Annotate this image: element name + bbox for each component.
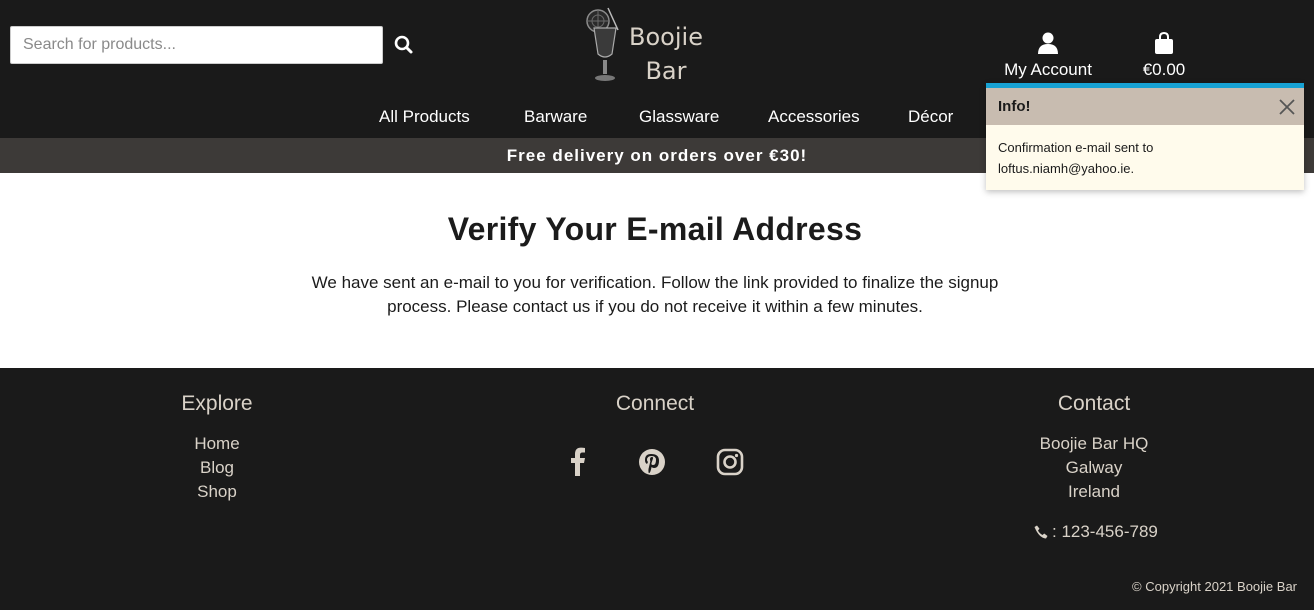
toast-header: Info! bbox=[986, 88, 1304, 125]
search-icon[interactable] bbox=[393, 34, 415, 56]
my-account-label: My Account bbox=[1004, 60, 1092, 79]
verification-message: We have sent an e-mail to you for verifi… bbox=[311, 273, 999, 316]
footer-connect-title: Connect bbox=[615, 392, 695, 415]
footer-link-home[interactable]: Home bbox=[87, 432, 347, 456]
shopping-bag-icon bbox=[1155, 32, 1173, 54]
nav-decor[interactable]: Décor bbox=[908, 107, 953, 127]
copyright: © Copyright 2021 Boojie Bar bbox=[1132, 579, 1297, 594]
contact-phone-number: : 123-456-789 bbox=[1052, 522, 1158, 541]
nav-barware[interactable]: Barware bbox=[524, 107, 587, 127]
footer-explore-title: Explore bbox=[181, 392, 253, 415]
footer-link-blog[interactable]: Blog bbox=[87, 456, 347, 480]
toast-message: Confirmation e-mail sent to loftus.niamh… bbox=[998, 140, 1154, 176]
contact-line-city: Galway bbox=[1065, 458, 1123, 477]
close-icon[interactable] bbox=[1278, 98, 1296, 116]
cart-link[interactable]: €0.00 bbox=[1134, 32, 1194, 80]
brand-name-line2: Bar bbox=[645, 57, 687, 85]
my-account-link[interactable]: My Account bbox=[998, 32, 1098, 80]
phone-icon bbox=[1034, 525, 1048, 539]
footer-contact-title: Contact bbox=[1057, 392, 1131, 415]
pinterest-icon[interactable] bbox=[638, 446, 666, 478]
toast-title: Info! bbox=[998, 98, 1031, 115]
nav-accessories[interactable]: Accessories bbox=[768, 107, 860, 127]
nav-all-products[interactable]: All Products bbox=[379, 107, 470, 127]
contact-phone: : 123-456-789 bbox=[1034, 522, 1158, 542]
site-footer: Explore Home Blog Shop Connect Contact B… bbox=[0, 368, 1314, 610]
footer-link-shop[interactable]: Shop bbox=[87, 480, 347, 504]
footer-connect: Connect bbox=[525, 392, 785, 432]
nav-glassware[interactable]: Glassware bbox=[639, 107, 719, 127]
search-input[interactable] bbox=[11, 27, 382, 63]
footer-contact: Contact Boojie Bar HQ Galway Ireland bbox=[964, 392, 1224, 504]
instagram-icon[interactable] bbox=[716, 446, 744, 478]
brand-logo[interactable]: Boojie Bar bbox=[584, 6, 712, 85]
main-content: Verify Your E-mail Address We have sent … bbox=[0, 173, 1314, 368]
contact-line-country: Ireland bbox=[1068, 482, 1120, 501]
footer-explore: Explore Home Blog Shop bbox=[87, 392, 347, 504]
cocktail-glass-icon bbox=[586, 7, 619, 81]
user-icon bbox=[1038, 32, 1058, 54]
search-bar bbox=[10, 26, 383, 64]
info-toast: Info! Confirmation e-mail sent to loftus… bbox=[986, 83, 1304, 190]
page-title: Verify Your E-mail Address bbox=[447, 211, 863, 247]
brand-name-line1: Boojie bbox=[629, 23, 703, 51]
facebook-icon[interactable] bbox=[564, 446, 592, 478]
cart-total: €0.00 bbox=[1142, 60, 1186, 79]
contact-line-company: Boojie Bar HQ bbox=[1039, 434, 1149, 453]
